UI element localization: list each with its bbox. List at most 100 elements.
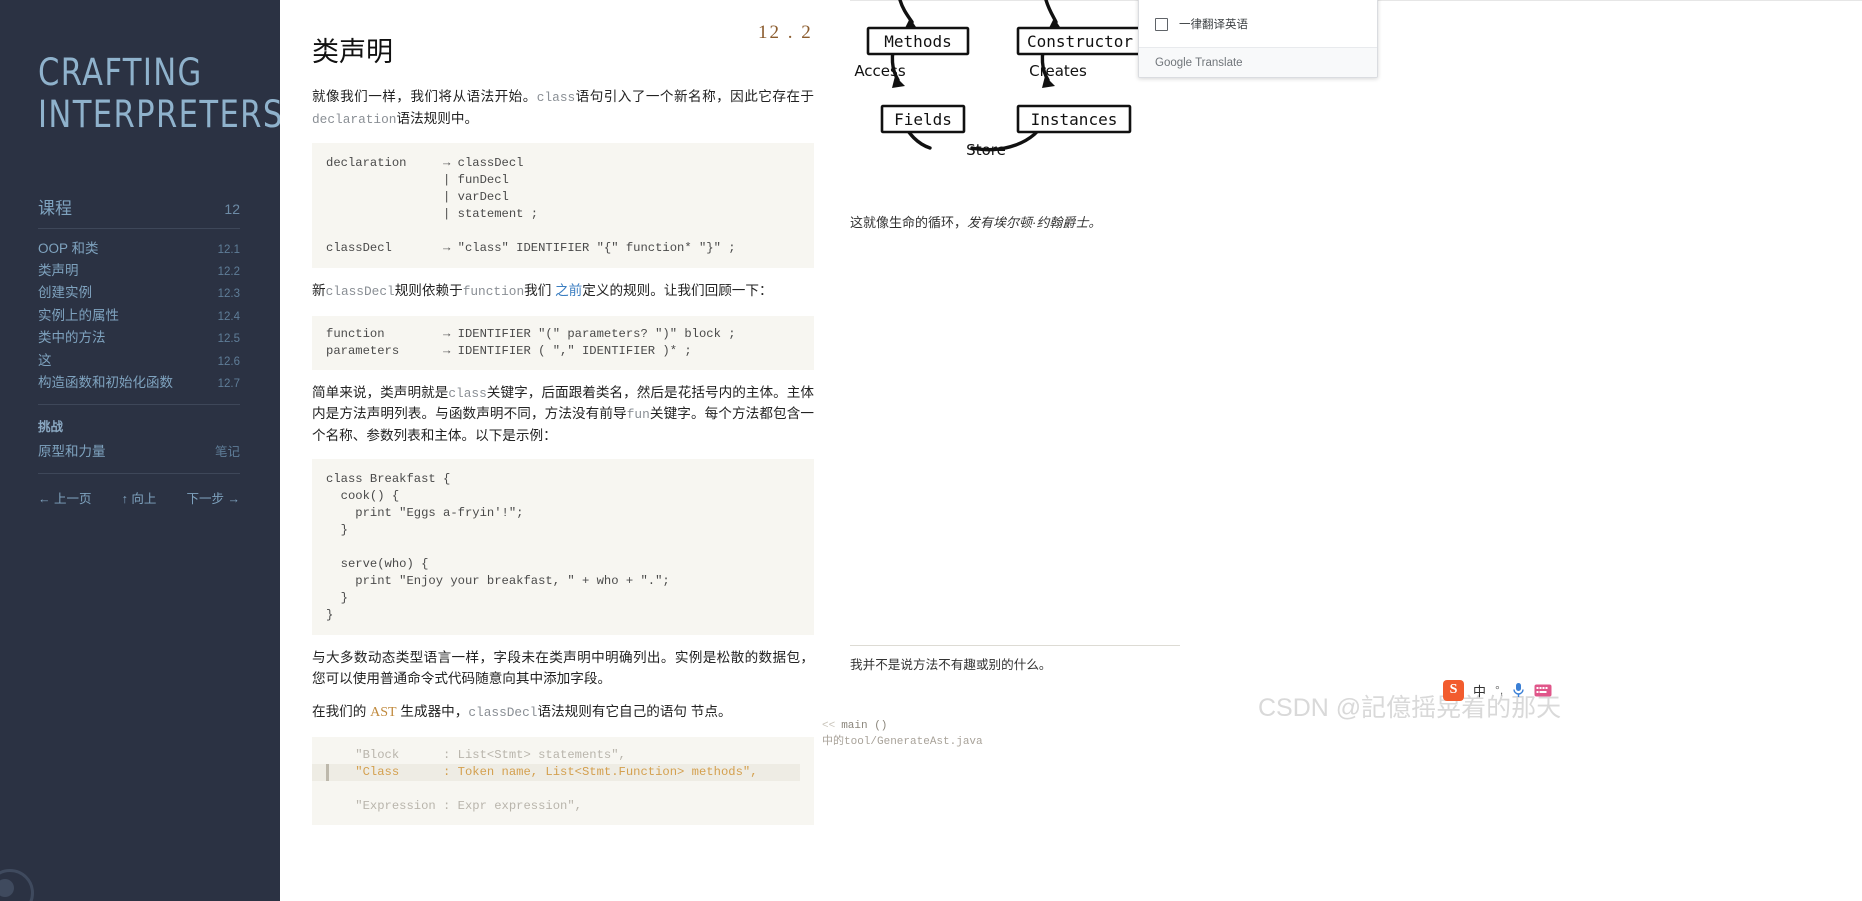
code-block-grammar-function: function → IDENTIFIER "(" parameters? ")…	[312, 315, 814, 370]
sidebar-item-label: OOP 和类	[38, 240, 99, 256]
sidebar-item-label: 类声明	[38, 262, 79, 278]
para2-link-previous[interactable]: 之前	[555, 283, 582, 298]
para2-code-function: function	[462, 284, 525, 300]
para3-text-a: 简单来说，类声明就是	[312, 384, 449, 400]
diagram-node-fields: Fields	[894, 110, 952, 129]
sidebar-item-methods[interactable]: 类中的方法 12.5	[38, 328, 240, 350]
sidebar-item-oop[interactable]: OOP 和类 12.1	[38, 238, 240, 260]
translate-popup-footer: Google Translate	[1139, 47, 1377, 77]
source-file-path: 中的tool/GenerateAst.java	[822, 736, 983, 748]
brand-line-1: CRAFTING	[38, 51, 203, 94]
para5-code-classdecl: classDecl	[468, 705, 538, 721]
sidebar-item-prototypes[interactable]: 原型和力量 笔记	[38, 442, 240, 463]
google-translate-brand: Google Translate	[1155, 56, 1243, 69]
sidebar-item-creating-instances[interactable]: 创建实例 12.3	[38, 283, 240, 305]
site-logo: CRAFTING INTERPRETERS	[38, 51, 284, 136]
para3-code-class: class	[448, 385, 487, 401]
toc-header-number: 12	[224, 201, 240, 217]
paragraph-intro: 就像我们一样，我们将从语法开始。class语句引入了一个新名称，因此它存在于 de…	[312, 87, 814, 130]
toc-divider-nav	[38, 473, 240, 475]
para2-text-c: 我们	[524, 283, 552, 299]
diagram-label-access: Access	[854, 62, 906, 80]
code-ast-line-block: "Block : List<Stmt> statements",	[326, 747, 626, 762]
para1-text-b: 语句引入了一个新名称，因此它存在于	[575, 89, 815, 104]
nav-up-link[interactable]: ↑ 向上	[122, 488, 157, 507]
section-number: 12 . 2	[758, 22, 813, 43]
diagram-caption-text-a: 这就像生命的循环，	[850, 215, 968, 230]
sidebar-item-this[interactable]: 这 12.6	[38, 350, 240, 372]
sidebar-item-label: 创建实例	[38, 285, 92, 301]
para3-code-fun: fun	[626, 407, 650, 423]
sidebar-item-properties[interactable]: 实例上的属性 12.4	[38, 305, 240, 327]
para1-code-declaration: declaration	[312, 111, 397, 127]
code-ast-line-expression: "Expression : Expr expression",	[326, 798, 582, 813]
page-root: CRAFTING INTERPRETERS 课程 12 OOP 和类 12.1 …	[0, 0, 1862, 901]
source-function-name: main ()	[841, 720, 888, 732]
sidebar-item-constructors[interactable]: 构造函数和初始化函数 12.7	[38, 372, 240, 394]
code-grammar1-text: declaration → classDecl | funDecl | varD…	[326, 156, 736, 255]
aside-column: 12 . 2 Methods Constructor Fields Instan…	[758, 0, 1862, 901]
para5-smallcaps-ast: AST	[370, 705, 397, 721]
ime-punctuation-icon[interactable]: °,	[1495, 683, 1503, 697]
code-ast-line-class: "Class : Token name, List<Stmt.Function>…	[326, 763, 800, 781]
code-breakfast-text: class Breakfast { cook() { print "Eggs a…	[326, 472, 670, 622]
diagram-caption-text-b: 发有埃尔顿·约翰爵士。	[967, 215, 1102, 230]
ime-toolbar[interactable]: S 中 °,	[1443, 678, 1552, 702]
sidebar: CRAFTING INTERPRETERS 课程 12 OOP 和类 12.1 …	[0, 0, 284, 901]
sidebar-item-label: 原型和力量	[38, 444, 106, 460]
paragraph-classdecl-depends: 新classDecl规则依赖于function我们 之前定义的规则。让我们回顾一…	[312, 281, 814, 303]
keyboard-icon[interactable]	[1534, 684, 1552, 697]
para5-text-b: 生成器中，	[400, 704, 469, 720]
sidebar-item-number: 12.3	[217, 288, 240, 301]
code-grammar2-text: function → IDENTIFIER "(" parameters? ")…	[326, 326, 736, 358]
toc-divider-challenges	[38, 403, 240, 405]
sidebar-item-number: 笔记	[214, 445, 240, 460]
sidebar-item-label: 类中的方法	[38, 330, 106, 346]
ime-mode-label[interactable]: 中	[1473, 681, 1486, 700]
sidebar-item-label: 实例上的属性	[38, 307, 119, 323]
brand-line-2: INTERPRETERS	[38, 93, 284, 136]
toc-divider-top	[38, 228, 240, 229]
code-block-grammar-declaration: declaration → classDecl | funDecl | varD…	[312, 143, 814, 269]
sidebar-item-label: 构造函数和初始化函数	[38, 374, 173, 390]
sidebar-item-number: 12.6	[217, 355, 240, 368]
nav-prev-link[interactable]: ← 上一页	[38, 488, 91, 507]
sidebar-item-number: 12.4	[217, 310, 240, 323]
diagram-node-instances: Instances	[1031, 110, 1118, 129]
sidebar-nav: ← 上一页 ↑ 向上 下一步 →	[38, 488, 240, 507]
google-translate-popup[interactable]: 一律翻译英语 Google Translate	[1138, 0, 1378, 78]
toc-header-label: 课程	[38, 199, 72, 218]
para2-text-a: 新	[312, 283, 326, 299]
challenges-label: 挑战	[38, 419, 64, 434]
diagram-node-constructor: Constructor	[1027, 32, 1133, 51]
aside-sidenote: 我并不是说方法不有趣或别的什么。	[850, 645, 1180, 675]
always-translate-checkbox[interactable]	[1155, 17, 1168, 31]
code-block-ast-definitions: "Block : List<Stmt> statements", "Class …	[312, 736, 814, 825]
sidebar-item-number: 12.7	[217, 377, 240, 390]
nav-next-link[interactable]: 下一步 →	[187, 488, 240, 507]
diagram-label-store: Store	[966, 141, 1006, 159]
para5-text-c: 语法规则有它自己的语句 节点。	[537, 704, 732, 720]
toc-header: 课程 12	[38, 194, 240, 228]
paragraph-ast-generator: 在我们的 AST 生成器中，classDecl语法规则有它自己的语句 节点。	[312, 702, 814, 724]
code-source-tag: << main () 中的tool/GenerateAst.java	[822, 718, 1122, 750]
always-translate-row[interactable]: 一律翻译英语	[1139, 13, 1264, 35]
always-translate-label: 一律翻译英语	[1179, 19, 1248, 31]
sidebar-item-number: 12.5	[217, 333, 240, 346]
para1-text-c: 语法规则中。	[396, 110, 479, 126]
diagram-node-methods: Methods	[884, 32, 951, 51]
para2-text-b: 规则依赖于	[394, 283, 463, 299]
chevron-left-icon: <<	[822, 720, 836, 732]
microphone-icon[interactable]	[1512, 682, 1525, 698]
main-content: 类声明 就像我们一样，我们将从语法开始。class语句引入了一个新名称，因此它存…	[280, 0, 850, 901]
sidebar-item-class-declarations[interactable]: 类声明 12.2	[38, 260, 240, 282]
diagram-label-creates: Creates	[1029, 62, 1087, 80]
sidebar-item-number: 12.2	[217, 265, 240, 278]
para5-text-a: 在我们的	[312, 704, 367, 720]
paragraph-fields-note: 与大多数动态类型语言一样，字段未在类声明中明确列出。实例是松散的数据包，您可以使…	[312, 650, 814, 686]
sidebar-item-label: 这	[38, 352, 52, 368]
sogou-logo-icon[interactable]: S	[1443, 679, 1464, 701]
para1-code-class: class	[536, 90, 576, 105]
page-title: 类声明	[312, 37, 393, 67]
code-block-breakfast-class: class Breakfast { cook() { print "Eggs a…	[312, 459, 814, 636]
